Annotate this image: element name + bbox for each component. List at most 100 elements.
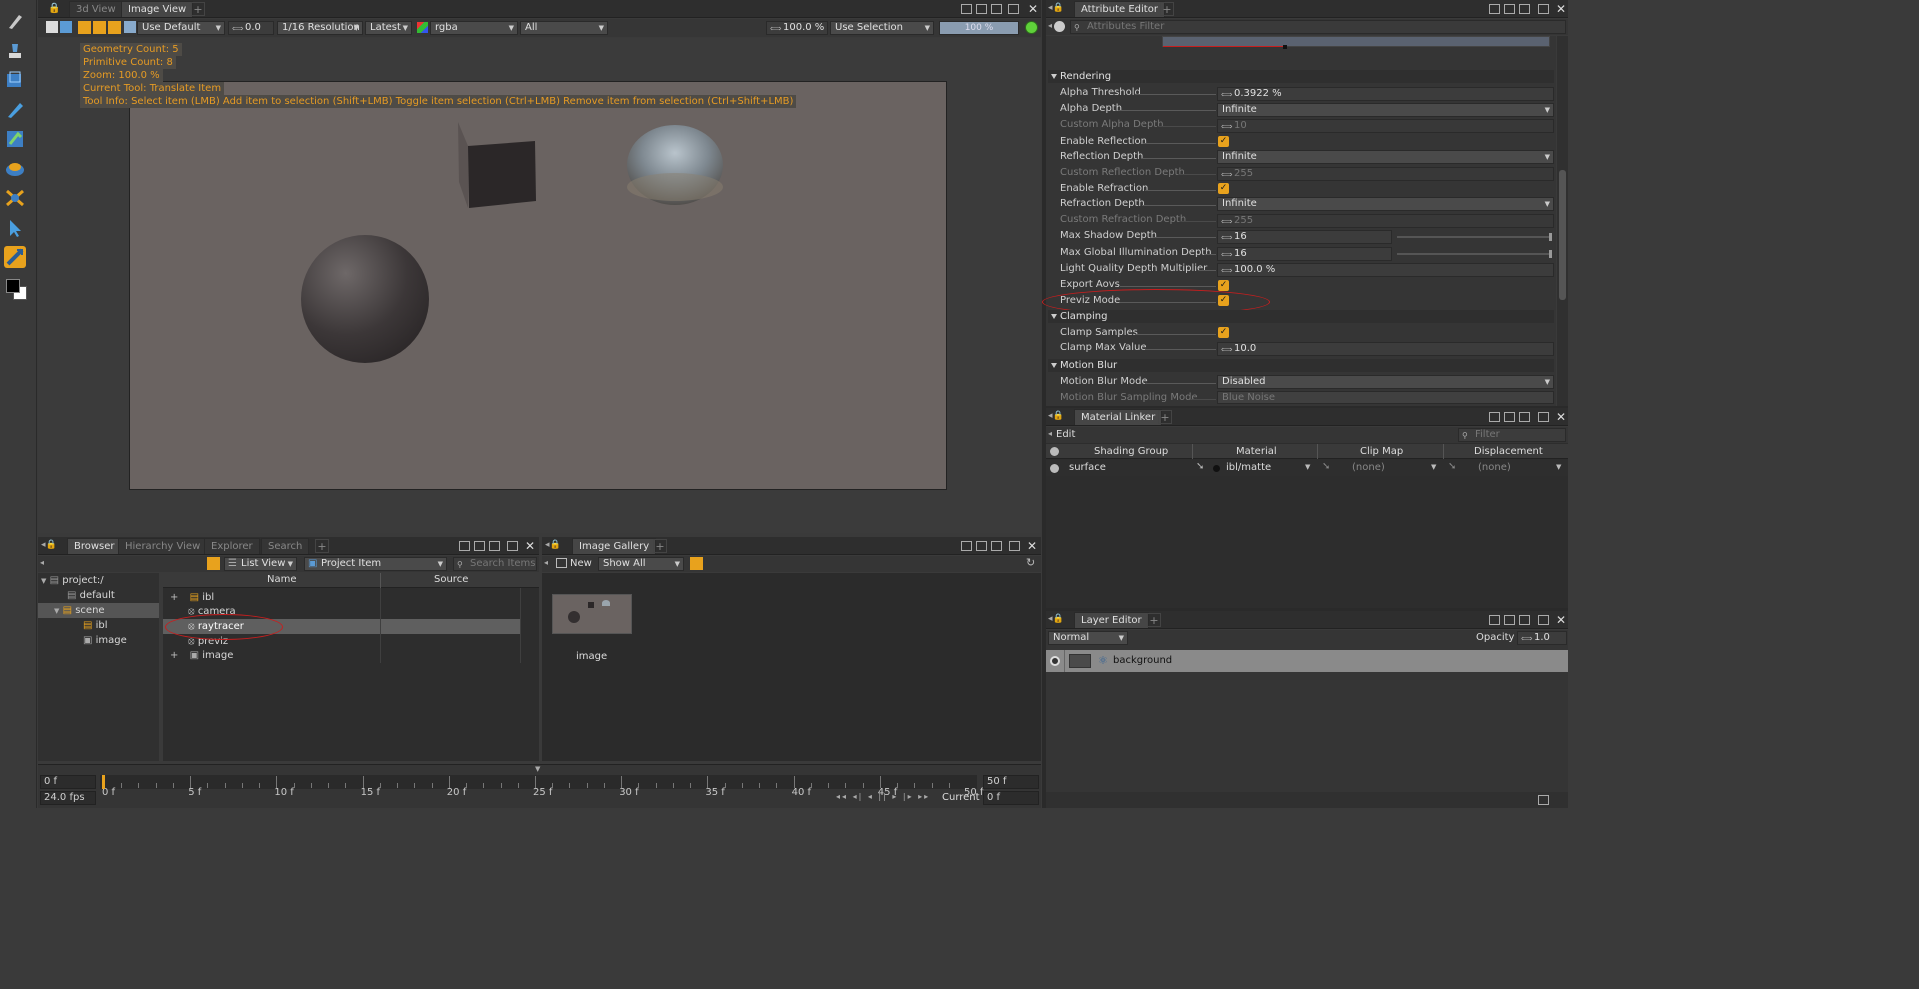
layout-icon[interactable] (1519, 4, 1530, 14)
layout-icon[interactable] (1504, 412, 1515, 422)
layout-icon[interactable] (976, 4, 987, 14)
attribute-scrollbar[interactable] (1557, 36, 1568, 406)
gallery-thumbnail[interactable] (552, 594, 632, 634)
timeline-end-field[interactable]: 50 f (983, 775, 1039, 789)
eye-icon[interactable] (1050, 464, 1059, 473)
tree-item-image[interactable]: ▣ image (83, 633, 127, 648)
brush-tool-icon[interactable] (4, 10, 26, 32)
tab-hierarchy-view[interactable]: Hierarchy View (118, 538, 208, 554)
column-shading-group[interactable]: Shading Group (1094, 446, 1168, 457)
tab-image-view[interactable]: Image View (121, 1, 194, 17)
transform-tool-icon[interactable] (4, 69, 26, 91)
layout-icon[interactable] (961, 4, 972, 14)
timeline-start-field[interactable]: 0 f (40, 775, 96, 789)
tree-item-project[interactable]: ▼ ▤ project:/ (38, 573, 159, 588)
fps-field[interactable]: 24.0 fps (40, 791, 96, 805)
layout-icon[interactable] (991, 541, 1002, 551)
new-button[interactable]: New (570, 558, 592, 569)
layout-icon[interactable] (459, 541, 470, 551)
close-icon[interactable]: ✕ (1028, 1, 1038, 17)
tab-attribute-editor[interactable]: Attribute Editor (1074, 1, 1165, 17)
light-tool-icon[interactable] (4, 158, 26, 180)
link-icon[interactable]: ➘ (1448, 461, 1456, 472)
paint-tool-icon[interactable] (4, 128, 26, 150)
display-mode-select[interactable]: Use Default ▼ (137, 21, 225, 35)
section-motion-blur[interactable]: Motion Blur (1048, 359, 1554, 372)
add-tab-button[interactable]: + (191, 2, 205, 16)
layout-icon[interactable] (991, 4, 1002, 14)
layout-icon[interactable] (1538, 795, 1549, 805)
alpha-depth-select[interactable]: Infinite ▼ (1217, 103, 1554, 117)
tab-image-gallery[interactable]: Image Gallery (572, 538, 657, 554)
close-icon[interactable]: ✕ (1556, 1, 1566, 17)
color-swatch-icon[interactable] (5, 278, 29, 302)
translate-tool-icon[interactable] (4, 246, 26, 268)
clamp-samples-checkbox[interactable]: ✓ (1218, 327, 1229, 338)
lock-icon[interactable]: ◂🔒 (41, 540, 57, 550)
layer-row-background[interactable]: ⚛ background (1046, 650, 1568, 672)
enable-refraction-checkbox[interactable]: ✓ (1218, 183, 1229, 194)
lock-icon[interactable]: ◂🔒 (1048, 411, 1064, 421)
channels-select[interactable]: rgba ▼ (430, 21, 518, 35)
exposure-field[interactable]: ⟺ 0.0 (228, 21, 274, 35)
add-tab-button[interactable]: + (1160, 2, 1174, 16)
minimize-icon[interactable] (1008, 4, 1019, 14)
refresh-icon[interactable]: ↻ (1026, 556, 1035, 569)
close-icon[interactable]: ✕ (525, 538, 535, 554)
layout-icon[interactable] (1504, 4, 1515, 14)
tab-browser[interactable]: Browser (67, 538, 122, 554)
add-tab-button[interactable]: + (653, 539, 667, 553)
tab-explorer[interactable]: Explorer (204, 538, 260, 554)
version-select[interactable]: Latest ▼ (365, 21, 412, 35)
section-clamping[interactable]: Clamping (1048, 310, 1554, 323)
tree-item-ibl[interactable]: ▤ ibl (83, 618, 108, 633)
max-gi-depth-field[interactable]: ⟺ 16 (1217, 247, 1392, 261)
smudge-tool-icon[interactable] (4, 40, 26, 62)
displacement-cell[interactable]: (none) (1478, 462, 1511, 473)
minimize-icon[interactable] (1538, 412, 1549, 422)
alpha-threshold-field[interactable]: ⟺ 0.3922 % (1217, 87, 1554, 101)
tab-material-linker[interactable]: Material Linker (1074, 409, 1163, 425)
collapse-icon[interactable]: ◂ (1048, 21, 1052, 30)
image-viewport[interactable]: Geometry Count: 5 Primitive Count: 8 Zoo… (38, 38, 1041, 533)
list-item-ibl[interactable]: + ▤ ibl (163, 590, 520, 605)
layout-icon[interactable] (1504, 615, 1515, 625)
lock-icon[interactable]: ◂🔒 (545, 540, 561, 550)
export-aovs-checkbox[interactable]: ✓ (1218, 280, 1229, 291)
layout-icon[interactable] (474, 541, 485, 551)
opacity-field[interactable]: ⟺ 1.0 (1517, 631, 1567, 645)
motion-blur-mode-select[interactable]: Disabled ▼ (1217, 375, 1554, 389)
tab-search[interactable]: Search (261, 538, 310, 554)
camera-tool-icon[interactable] (4, 187, 26, 209)
add-tab-button[interactable]: + (1158, 410, 1172, 424)
list-item-image[interactable]: + ▣ image (163, 648, 520, 663)
lock-icon[interactable]: ◂🔒 (1048, 3, 1064, 13)
layout-icon[interactable] (976, 541, 987, 551)
project-item-select[interactable]: ▣ Project Item ▼ (304, 557, 447, 571)
show-all-select[interactable]: Show All ▼ (598, 557, 684, 571)
zoom-field[interactable]: ⟺ 100.0 % (766, 21, 828, 35)
layers-select[interactable]: All ▼ (520, 21, 608, 35)
search-items-input[interactable]: ⚲ Search Items (453, 557, 537, 571)
column-source[interactable]: Source (434, 574, 468, 585)
minimize-icon[interactable] (1538, 4, 1549, 14)
clamp-max-value-field[interactable]: ⟺ 10.0 (1217, 342, 1554, 356)
eye-icon[interactable] (1054, 21, 1065, 32)
layout-icon[interactable] (961, 541, 972, 551)
tab-3d-view[interactable]: 3d View (69, 1, 123, 17)
column-clip-map[interactable]: Clip Map (1360, 446, 1403, 457)
close-icon[interactable]: ✕ (1556, 409, 1566, 425)
select-tool-icon[interactable] (4, 217, 26, 239)
new-icon[interactable] (556, 558, 567, 568)
lock-icon[interactable]: 🔒 (48, 3, 60, 14)
layout-icon[interactable] (1489, 412, 1500, 422)
layout-icon[interactable] (489, 541, 500, 551)
add-tab-button[interactable]: + (1147, 613, 1161, 627)
column-displacement[interactable]: Displacement (1474, 446, 1543, 457)
render-button-icons[interactable] (46, 21, 136, 35)
material-filter-input[interactable]: ⚲ Filter (1458, 428, 1566, 442)
blend-mode-select[interactable]: Normal ▼ (1048, 631, 1128, 645)
picker-tool-icon[interactable] (4, 98, 26, 120)
section-rendering[interactable]: Rendering (1048, 70, 1554, 83)
collapse-icon[interactable]: ◂ (1048, 429, 1052, 438)
